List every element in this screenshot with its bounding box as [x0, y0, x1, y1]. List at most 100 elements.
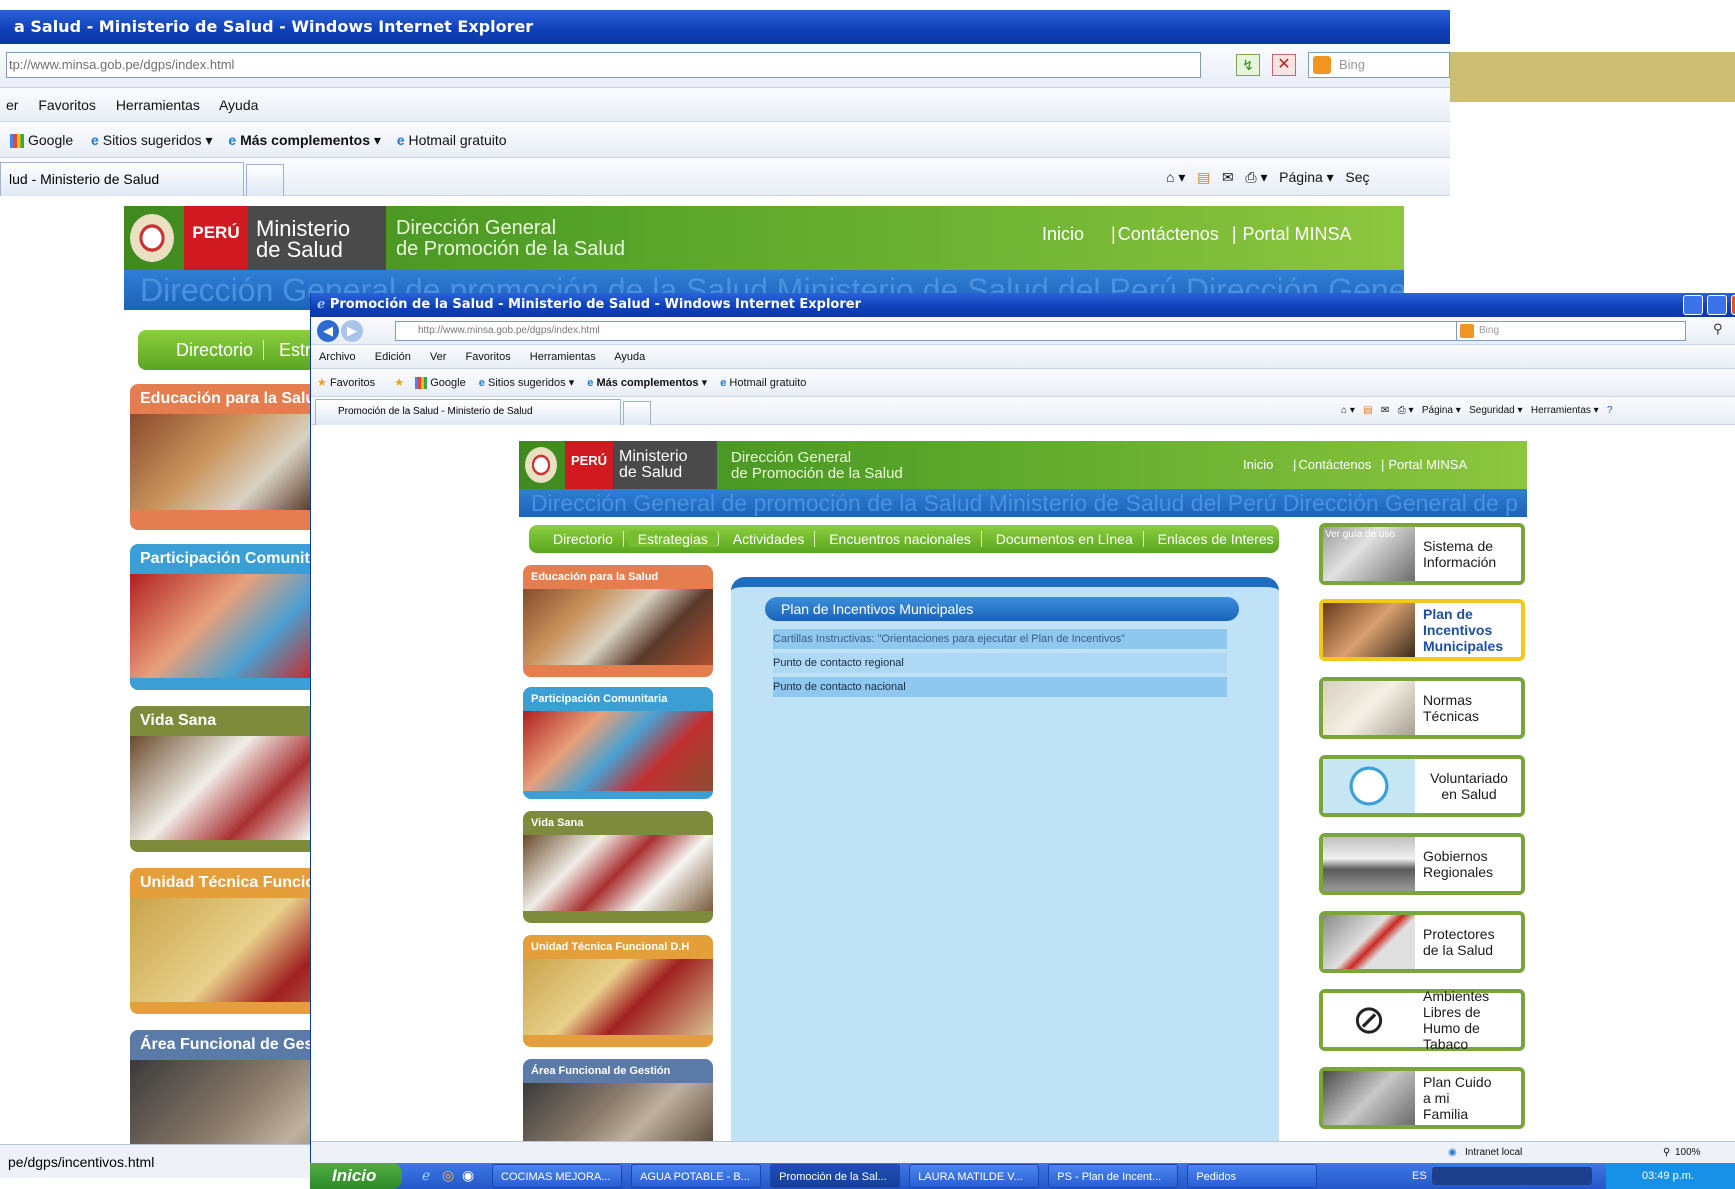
feed-icon[interactable]: ▤ — [1197, 169, 1210, 185]
front-search-icon[interactable]: ⚲ — [1713, 321, 1723, 337]
task-cocimas[interactable]: COCIMAS MEJORA... — [492, 1164, 622, 1188]
link-inicio[interactable]: Inicio — [1243, 457, 1273, 472]
back-fav-google[interactable]: Google — [28, 132, 73, 148]
fav-sitios[interactable]: Sitios sugeridos — [488, 377, 566, 389]
start-button[interactable]: Inicio — [310, 1163, 402, 1189]
box-normas-tecnicas[interactable]: Normas Técnicas — [1319, 677, 1525, 739]
box-protectores[interactable]: Protectores de la Salud — [1319, 911, 1525, 973]
no-smoking-icon: ⊘ — [1323, 993, 1415, 1047]
feed-icon[interactable]: ▤ — [1363, 405, 1372, 416]
back-cmd-pagina[interactable]: Página — [1279, 169, 1323, 185]
forward-arrow-icon[interactable]: ▶ — [341, 320, 363, 342]
media-controls[interactable] — [1432, 1167, 1592, 1185]
link-portal[interactable]: Portal MINSA — [1388, 457, 1467, 472]
box-voluntariado[interactable]: Voluntariado en Salud — [1319, 755, 1525, 817]
fav-hotmail[interactable]: Hotmail gratuito — [729, 377, 806, 389]
zoom-icon[interactable]: ⚲ — [1663, 1142, 1670, 1163]
quicklaunch-outlook-icon[interactable]: ◎ — [442, 1167, 454, 1184]
panel-link-regional[interactable]: Punto de contacto regional — [773, 653, 1227, 673]
close-button[interactable] — [1731, 295, 1735, 315]
language-indicator[interactable]: ES — [1412, 1163, 1427, 1189]
card-vida-sana[interactable]: Vida Sana — [523, 811, 713, 923]
box-sistema-informacion[interactable]: Ver guía de uso Sistema de Información — [1319, 523, 1525, 585]
fav-google[interactable]: Google — [430, 377, 465, 389]
card-participacion[interactable]: Participación Comunitaria — [523, 687, 713, 799]
back-menu-ver[interactable]: er — [6, 97, 18, 113]
back-new-tab[interactable] — [246, 164, 284, 196]
back-link-portal[interactable]: Portal MINSA — [1243, 224, 1352, 244]
task-pedidos[interactable]: Pedidos — [1187, 1164, 1318, 1188]
card-educacion[interactable]: Educación para la Salud — [523, 565, 713, 677]
front-tab-row: Promoción de la Salud - Ministerio de Sa… — [311, 397, 1735, 425]
back-fav-hotmail[interactable]: Hotmail gratuito — [409, 132, 507, 148]
add-favorite-icon[interactable]: ★ — [394, 377, 404, 389]
back-refresh-icon[interactable]: ↯ — [1236, 54, 1260, 76]
menu-favoritos[interactable]: Favoritos — [465, 351, 510, 363]
back-menu-favoritos[interactable]: Favoritos — [38, 97, 96, 113]
dir2: de Promoción de la Salud — [731, 465, 903, 482]
panel-link-cartillas[interactable]: Cartillas Instructivas: "Orientaciones p… — [773, 629, 1227, 649]
task-promocion[interactable]: Promoción de la Sal... — [770, 1164, 901, 1188]
back-nav-directorio[interactable]: Directorio — [166, 340, 265, 360]
card-unidad[interactable]: Unidad Técnica Funcional D.H — [523, 935, 713, 1047]
task-laura[interactable]: LAURA MATILDE V... — [909, 1164, 1040, 1188]
status-zoom[interactable]: 100% — [1675, 1142, 1701, 1163]
nav-actividades[interactable]: Actividades — [722, 531, 816, 547]
cmd-pagina[interactable]: Página — [1422, 405, 1453, 416]
print-icon[interactable]: ⎙ — [1398, 405, 1406, 416]
menu-herramientas[interactable]: Herramientas — [530, 351, 596, 363]
task-ps-plan[interactable]: PS - Plan de Incent... — [1048, 1164, 1179, 1188]
newspaper-image — [1323, 681, 1415, 735]
nav-enlaces[interactable]: Enlaces de Interes — [1148, 531, 1284, 547]
guia-uso-note[interactable]: Ver guía de uso — [1325, 529, 1395, 540]
box-plan-cuido[interactable]: Plan Cuido a mi Familia — [1319, 1067, 1525, 1129]
back-menu-ayuda[interactable]: Ayuda — [219, 97, 258, 113]
box-gobiernos-regionales[interactable]: Gobiernos Regionales — [1319, 833, 1525, 895]
back-cmd-seguridad[interactable]: Seç — [1345, 169, 1369, 185]
keyboard-image: Ver guía de uso — [1323, 527, 1415, 581]
task-agua[interactable]: AGUA POTABLE - B... — [631, 1164, 762, 1188]
box-plan-incentivos[interactable]: Plan de Incentivos Municipales — [1319, 599, 1525, 661]
quicklaunch-ie-icon[interactable]: ℯ — [422, 1167, 430, 1184]
link-contactenos[interactable]: Contáctenos — [1298, 457, 1371, 472]
box-ambientes-libres[interactable]: ⊘ Ambientes Libres de Humo de Tabaco — [1319, 988, 1525, 1052]
menu-archivo[interactable]: Archivo — [319, 351, 356, 363]
box-label: Sistema de Información — [1423, 538, 1497, 570]
cmd-herramientas[interactable]: Herramientas — [1531, 405, 1591, 416]
front-tab-active[interactable]: Promoción de la Salud - Ministerio de Sa… — [315, 399, 621, 425]
menu-ver[interactable]: Ver — [430, 351, 447, 363]
back-menu-bar: er Favoritos Herramientas Ayuda — [0, 88, 1450, 122]
back-stop-icon[interactable]: ✕ — [1272, 54, 1296, 76]
fav-favoritos[interactable]: Favoritos — [330, 377, 375, 389]
back-link-contactenos[interactable]: Contáctenos — [1118, 224, 1219, 244]
home-icon[interactable]: ⌂ — [1341, 405, 1347, 416]
back-fav-complementos[interactable]: Más complementos — [240, 132, 370, 148]
print-icon[interactable]: ⎙ — [1245, 169, 1256, 185]
back-search-field[interactable]: Bing — [1308, 52, 1450, 78]
back-fav-sitios[interactable]: Sitios sugeridos — [103, 132, 202, 148]
nav-documentos[interactable]: Documentos en Línea — [985, 531, 1144, 547]
mail-icon[interactable]: ✉ — [1222, 169, 1234, 185]
back-address-field[interactable]: tp://www.minsa.gob.pe/dgps/index.html — [6, 52, 1201, 78]
cmd-seguridad[interactable]: Seguridad — [1469, 405, 1515, 416]
front-search-field[interactable]: Bing — [1456, 321, 1686, 341]
back-arrow-icon[interactable]: ◀ — [317, 320, 339, 342]
menu-edicion[interactable]: Edición — [375, 351, 411, 363]
help-icon[interactable]: ? — [1607, 405, 1613, 416]
mail-icon[interactable]: ✉ — [1381, 405, 1389, 416]
minimize-button[interactable] — [1683, 295, 1703, 315]
restore-button[interactable] — [1707, 295, 1727, 315]
back-link-inicio[interactable]: Inicio — [1042, 224, 1084, 244]
menu-ayuda[interactable]: Ayuda — [614, 351, 645, 363]
back-menu-herramientas[interactable]: Herramientas — [116, 97, 200, 113]
nav-directorio[interactable]: Directorio — [543, 531, 624, 547]
nav-encuentros[interactable]: Encuentros nacionales — [819, 531, 982, 547]
back-tab-active[interactable]: lud - Ministerio de Salud — [0, 162, 244, 196]
panel-link-nacional[interactable]: Punto de contacto nacional — [773, 677, 1227, 697]
front-new-tab[interactable] — [623, 401, 651, 425]
fav-complementos[interactable]: Más complementos — [596, 377, 698, 389]
nav-estrategias[interactable]: Estrategias — [627, 531, 719, 547]
quicklaunch-media-icon[interactable]: ◉ — [462, 1167, 474, 1184]
taskbar-buttons: COCIMAS MEJORA... AGUA POTABLE - B... Pr… — [486, 1164, 1318, 1189]
home-icon[interactable]: ⌂ — [1166, 169, 1174, 185]
